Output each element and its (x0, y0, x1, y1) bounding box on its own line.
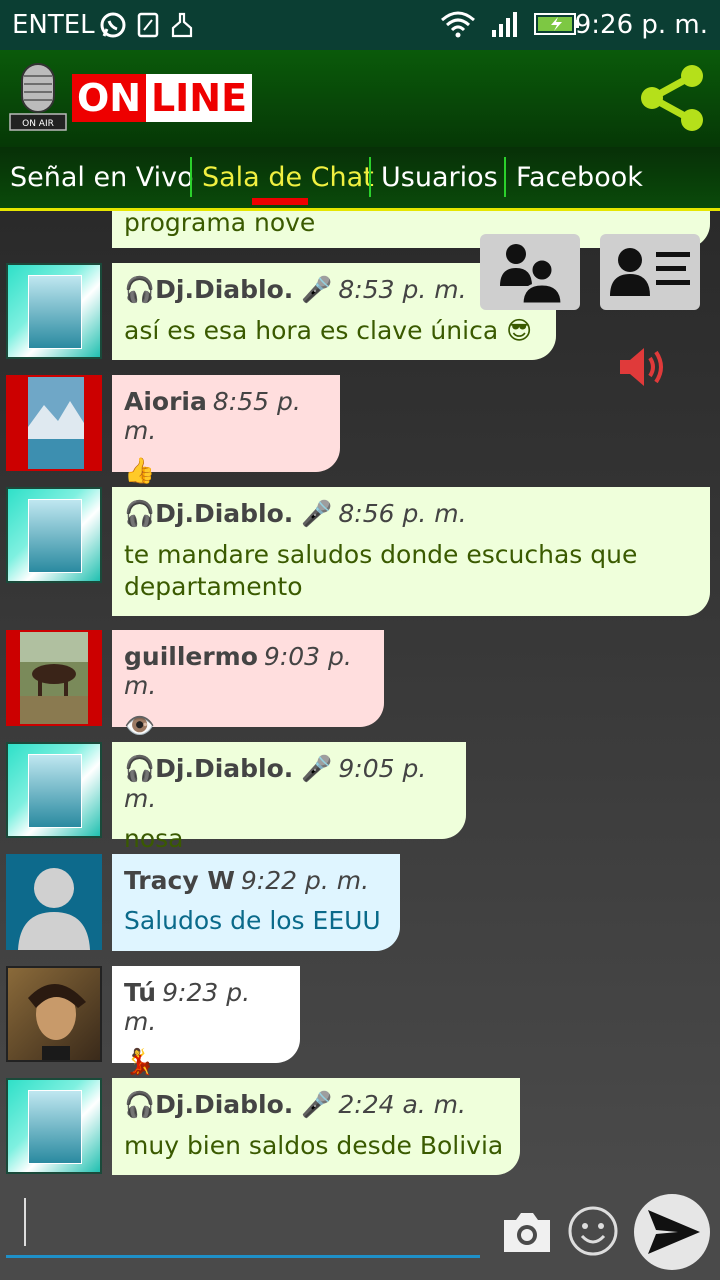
avatar[interactable] (6, 630, 102, 726)
online-users-button[interactable] (480, 234, 580, 310)
screenshot-icon (137, 12, 159, 38)
default-user-icon (18, 868, 90, 950)
active-tab-indicator (252, 198, 308, 205)
tab-bar: Señal en Vivo Sala de Chat Usuarios Face… (0, 147, 720, 211)
sender-name: guillermo (124, 642, 258, 671)
send-button[interactable] (634, 1194, 710, 1270)
whatsapp-icon (100, 12, 126, 38)
avatar[interactable] (6, 966, 102, 1062)
avatar[interactable] (6, 487, 102, 583)
message-time: 8:53 p. m. (338, 275, 467, 304)
logo-line: LINE (150, 76, 248, 120)
avatar[interactable] (6, 742, 102, 838)
tab-senal-en-vivo[interactable]: Señal en Vivo (0, 147, 204, 208)
message-time: 8:56 p. m. (338, 499, 467, 528)
tab-facebook[interactable]: Facebook (506, 147, 653, 208)
chat-message-list[interactable]: programa nove 🎧Dj.Diablo. 🎤 8:53 p. m. as… (0, 211, 720, 1186)
avatar-photo (28, 983, 86, 1060)
emoji-icon[interactable] (566, 1204, 620, 1258)
message-bubble: Tracy W 9:22 p. m. Saludos de los EEUU (112, 854, 400, 951)
avatar[interactable] (6, 1078, 102, 1174)
message-text: así es esa hora es clave única 😎 (124, 316, 533, 345)
sender-name: Aioria (124, 387, 207, 416)
avatar[interactable] (6, 854, 102, 950)
sender-name: Tú (124, 978, 157, 1007)
share-icon[interactable] (636, 62, 708, 134)
microphone-logo-icon: ON AIR (9, 63, 67, 131)
message-header: 🎧Dj.Diablo. 🎤 9:05 p. m. (124, 754, 427, 813)
message-bubble: 🎧Dj.Diablo. 🎤 9:05 p. m. nosa (112, 742, 466, 853)
message-text: 👁️ (124, 711, 156, 740)
avatar-photo (28, 754, 82, 828)
signal-icon (492, 12, 517, 37)
message-bubble: Tú 9:23 p. m. 💃 (112, 966, 300, 1076)
message-time: 9:22 p. m. (240, 866, 370, 895)
tab-usuarios[interactable]: Usuarios (371, 147, 508, 208)
sender-name: Tracy W (124, 866, 235, 895)
message-header: 🎧Dj.Diablo. 🎤 8:56 p. m. (124, 499, 467, 528)
cleaner-icon (171, 12, 193, 38)
app-header: ON AIR ON LINE (0, 50, 720, 147)
message-text: 👍 (124, 456, 156, 485)
message-bubble: 🎧Dj.Diablo. 🎤 8:56 p. m. te mandare salud… (112, 487, 710, 616)
avatar-photo (28, 499, 82, 573)
on-air-label: ON AIR (22, 119, 54, 129)
avatar-photo (28, 377, 84, 469)
profile-list-button[interactable] (600, 234, 700, 310)
sender-name: Dj.Diablo. (155, 275, 294, 304)
speaker-volume-icon[interactable] (618, 344, 670, 390)
wifi-icon (441, 11, 475, 38)
message-text: muy bien saldos desde Bolivia (124, 1131, 504, 1160)
logo-on: ON (72, 74, 146, 122)
message-header: 🎧Dj.Diablo. 🎤 2:24 a. m. (124, 1090, 466, 1119)
sender-name: Dj.Diablo. (155, 754, 294, 783)
user-list-icon (610, 248, 690, 296)
carrier-name: ENTEL (12, 10, 95, 40)
system-icons (440, 10, 580, 38)
message-input[interactable] (6, 1200, 480, 1258)
sender-name: Dj.Diablo. (155, 499, 294, 528)
camera-icon[interactable] (500, 1206, 554, 1256)
send-icon (648, 1210, 700, 1254)
avatar-photo (28, 275, 82, 349)
message-bubble: Aioria 8:55 p. m. 👍 (112, 375, 340, 485)
online-logo: ON LINE (72, 74, 252, 122)
message-header: Tú 9:23 p. m. (124, 978, 288, 1036)
text-cursor (24, 1198, 26, 1246)
message-bubble: guillermo 9:03 p. m. 👁️ (112, 630, 384, 740)
status-time: 9:26 p. m. (574, 10, 708, 40)
message-text: 💃 (124, 1047, 156, 1076)
message-text: te mandare saludos donde escuchas que de… (124, 540, 638, 601)
avatar[interactable] (6, 263, 102, 359)
avatar-photo (28, 1090, 82, 1164)
avatar[interactable] (6, 375, 102, 471)
notification-icons (100, 12, 194, 38)
message-bubble: 🎧Dj.Diablo. 🎤 2:24 a. m. muy bien saldos … (112, 1078, 520, 1175)
message-header: Aioria 8:55 p. m. (124, 387, 328, 445)
message-text: nosa (124, 824, 184, 853)
sender-name: Dj.Diablo. (155, 1090, 294, 1119)
status-bar: ENTEL 9:26 p. m. (0, 0, 720, 50)
message-text: Saludos de los EEUU (124, 906, 381, 935)
message-header: Tracy W 9:22 p. m. (124, 866, 388, 895)
avatar-photo (20, 632, 88, 724)
message-header: guillermo 9:03 p. m. (124, 642, 372, 700)
users-icon (500, 244, 564, 306)
message-time: 2:24 a. m. (338, 1090, 466, 1119)
battery-charging-icon (534, 13, 579, 35)
